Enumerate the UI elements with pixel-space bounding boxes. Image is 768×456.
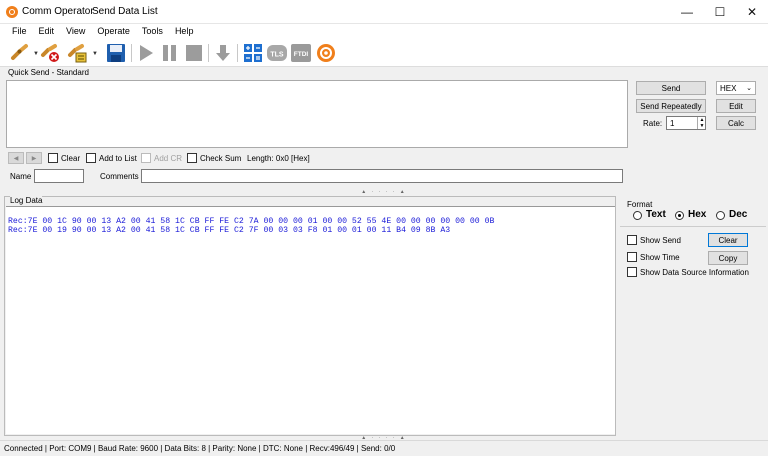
format-label: Format	[627, 200, 653, 209]
copy-log-button[interactable]: Copy	[708, 251, 748, 265]
format-text-label: Text	[646, 209, 666, 220]
menu-tools[interactable]: Tools	[136, 24, 169, 40]
save-icon[interactable]	[106, 43, 126, 63]
menu-help[interactable]: Help	[169, 24, 200, 40]
add-cr-checkbox[interactable]	[141, 153, 151, 163]
app-logo-icon	[6, 6, 18, 18]
play-icon[interactable]	[136, 43, 156, 63]
show-time-checkbox[interactable]	[627, 252, 637, 262]
disconnect-icon[interactable]	[40, 43, 60, 63]
next-item-button[interactable]: ▶	[26, 152, 42, 164]
clear-log-button[interactable]: Clear	[708, 233, 748, 247]
add-to-list-label: Add to List	[99, 154, 137, 163]
pause-icon[interactable]	[160, 43, 180, 63]
length-display: Length: 0x0 [Hex]	[247, 154, 310, 163]
show-send-checkbox[interactable]	[627, 235, 637, 245]
check-sum-label: Check Sum	[200, 154, 242, 163]
send-repeatedly-button[interactable]: Send Repeatedly	[636, 99, 706, 113]
quick-send-input[interactable]	[6, 80, 628, 148]
ftdi-icon-label: FTDI	[294, 51, 309, 58]
clear-checkbox-label: Clear	[61, 154, 81, 163]
ftdi-icon[interactable]: FTDI	[291, 43, 311, 63]
send-mode-value: HEX	[720, 83, 737, 93]
prev-item-button[interactable]: ◀	[8, 152, 24, 164]
log-line: Rec:7E 00 19 90 00 13 A2 00 41 58 1C CB …	[8, 226, 451, 235]
format-hex-radio[interactable]	[675, 211, 684, 220]
show-time-label: Show Time	[640, 253, 680, 262]
status-text: Connected | Port: COM9 | Baud Rate: 9600…	[4, 444, 396, 453]
format-hex-label: Hex	[688, 209, 707, 220]
connect-dropdown-icon[interactable]: ▼	[33, 51, 39, 57]
connect-settings-icon[interactable]	[67, 43, 87, 63]
menu-operate[interactable]: Operate	[91, 24, 136, 40]
calc-button[interactable]: Calc	[716, 116, 756, 130]
tls-icon-label: TLS	[270, 52, 284, 59]
toolbar-separator	[237, 44, 238, 62]
log-line: Rec:7E 00 1C 90 00 13 A2 00 41 58 1C CB …	[8, 217, 495, 226]
splitter-grip-icon: ▲ · · · · ▲	[361, 189, 407, 195]
close-button[interactable]: ✕	[734, 0, 768, 24]
connect-icon[interactable]	[10, 43, 30, 63]
rate-label: Rate:	[643, 119, 663, 128]
show-data-source-label: Show Data Source Information	[640, 268, 749, 277]
menu-bar: File Edit View Operate Tools Help	[0, 24, 768, 40]
maximize-button[interactable]: ☐	[702, 0, 738, 24]
menu-view[interactable]: View	[60, 24, 91, 40]
chevron-down-icon: ⌄	[746, 85, 752, 92]
format-dec-radio[interactable]	[716, 211, 725, 220]
comments-input[interactable]	[141, 169, 623, 183]
settings-dropdown-icon[interactable]: ▼	[92, 51, 98, 57]
toolbar-separator	[131, 44, 132, 62]
add-to-list-checkbox[interactable]	[86, 153, 96, 163]
check-sum-checkbox[interactable]	[187, 153, 197, 163]
stop-icon[interactable]	[184, 43, 204, 63]
menu-edit[interactable]: Edit	[33, 24, 61, 40]
name-input[interactable]	[34, 169, 84, 183]
name-label: Name	[10, 172, 32, 181]
format-dec-label: Dec	[729, 209, 748, 220]
log-data-output[interactable]: Rec:7E 00 1C 90 00 13 A2 00 41 58 1C CB …	[6, 206, 615, 434]
comm-operator-logo-icon[interactable]	[316, 43, 336, 63]
rate-spinner[interactable]: ▲ ▼	[697, 117, 706, 129]
download-arrow-icon[interactable]	[213, 43, 233, 63]
calculator-icon[interactable]	[243, 43, 263, 63]
clear-checkbox[interactable]	[48, 153, 58, 163]
document-title: Send Data List	[92, 6, 158, 17]
edit-button[interactable]: Edit	[716, 99, 756, 113]
show-send-label: Show Send	[640, 236, 681, 245]
show-data-source-checkbox[interactable]	[627, 267, 637, 277]
app-title: Comm Operator	[22, 6, 94, 17]
toolbar-separator	[208, 44, 209, 62]
add-cr-label: Add CR	[154, 154, 183, 163]
minimize-button[interactable]: —	[669, 0, 705, 24]
panel-divider	[620, 226, 766, 227]
format-text-radio[interactable]	[633, 211, 642, 220]
log-data-label: Log Data	[10, 196, 43, 205]
send-mode-select[interactable]: HEX ⌄	[716, 81, 756, 95]
quick-send-label: Quick Send - Standard	[8, 68, 89, 77]
menu-file[interactable]: File	[6, 24, 33, 40]
comments-label: Comments	[100, 172, 139, 181]
send-button[interactable]: Send	[636, 81, 706, 95]
tls-icon[interactable]: TLS	[267, 43, 287, 63]
